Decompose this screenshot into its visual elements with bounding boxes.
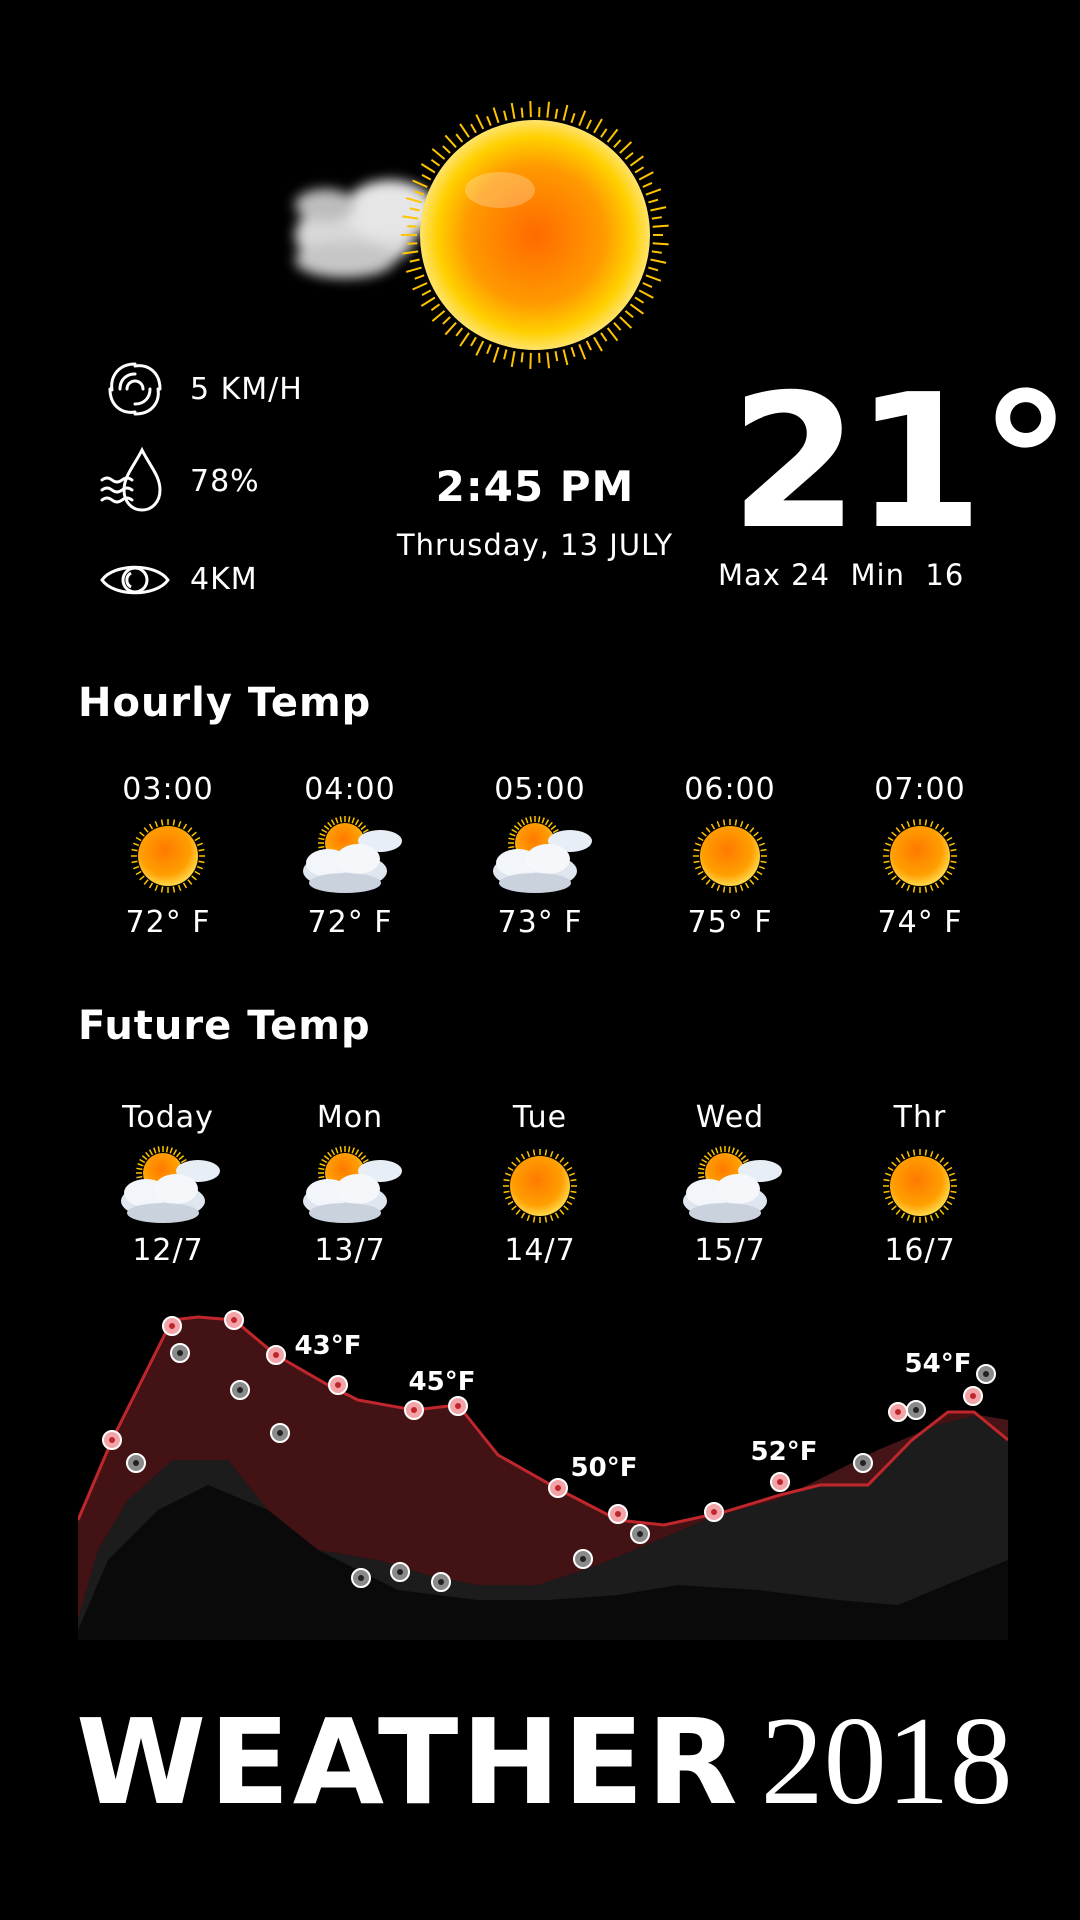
chart-point-upper	[328, 1375, 348, 1395]
chart-point-upper	[162, 1316, 182, 1336]
current-temperature: 21°	[730, 354, 1072, 570]
daily-item: Thr 16/7	[840, 1100, 1000, 1268]
hour-temp: 75° F	[687, 905, 773, 940]
hour-label: 05:00	[494, 772, 586, 807]
partly-cloudy-icon	[460, 811, 620, 901]
chart-point-upper	[770, 1472, 790, 1492]
partly-cloudy-icon	[270, 811, 430, 901]
hourly-item: 05:00 73° F	[460, 772, 620, 940]
daily-item: Wed 15/7	[650, 1100, 810, 1268]
sun-icon	[460, 1141, 620, 1231]
chart-data-label: 54°F	[905, 1349, 972, 1379]
future-temp-title: Future Temp	[78, 1003, 371, 1049]
sun-icon	[650, 811, 810, 901]
hourly-item: 03:00 72° F	[88, 772, 248, 940]
day-date: 15/7	[694, 1233, 766, 1268]
day-date: 12/7	[132, 1233, 204, 1268]
chart-point-upper	[102, 1430, 122, 1450]
chart-point-upper	[608, 1504, 628, 1524]
chart-point-lower	[906, 1400, 926, 1420]
sun-icon	[840, 811, 1000, 901]
chart-point-lower	[853, 1453, 873, 1473]
partly-cloudy-icon	[650, 1141, 810, 1231]
day-date: 16/7	[884, 1233, 956, 1268]
chart-point-lower	[573, 1549, 593, 1569]
chart-data-label: 52°F	[751, 1437, 818, 1467]
hour-temp: 72° F	[307, 905, 393, 940]
wind-icon	[108, 362, 162, 416]
day-label: Today	[122, 1100, 214, 1135]
hero-sun-icon	[401, 101, 669, 369]
day-label: Mon	[316, 1100, 384, 1135]
chart-point-lower	[431, 1572, 451, 1592]
chart-point-lower	[390, 1562, 410, 1582]
day-label: Tue	[512, 1100, 568, 1135]
visibility-value: 4KM	[190, 562, 258, 597]
partly-cloudy-icon	[270, 1141, 430, 1231]
chart-point-lower	[270, 1423, 290, 1443]
brand-title: WEATHER 2018	[76, 1690, 1013, 1834]
chart-point-lower	[126, 1453, 146, 1473]
brand-year: 2018	[760, 1692, 1013, 1831]
chart-point-lower	[351, 1568, 371, 1588]
day-label: Wed	[695, 1100, 765, 1135]
chart-point-lower	[230, 1380, 250, 1400]
hourly-item: 04:00 72° F	[270, 772, 430, 940]
chart-point-upper	[224, 1310, 244, 1330]
hour-label: 04:00	[304, 772, 396, 807]
chart-point-lower	[170, 1343, 190, 1363]
chart-data-label: 45°F	[409, 1367, 476, 1397]
sun-icon	[88, 811, 248, 901]
partly-cloudy-icon	[88, 1141, 248, 1231]
day-label: Thr	[893, 1100, 947, 1135]
visibility-eye-icon	[100, 565, 170, 595]
chart-point-upper	[548, 1478, 568, 1498]
wind-speed: 5 KM/H	[190, 372, 303, 407]
hour-label: 06:00	[684, 772, 776, 807]
chart-data-label: 50°F	[571, 1453, 638, 1483]
hourly-item: 06:00 75° F	[650, 772, 810, 940]
chart-point-upper	[266, 1345, 286, 1365]
humidity-icon	[100, 446, 162, 512]
daily-item: Tue 14/7	[460, 1100, 620, 1268]
daily-item: Today 12/7	[88, 1100, 248, 1268]
chart-point-lower	[976, 1364, 996, 1384]
current-date: Thrusday, 13 JULY	[396, 528, 674, 562]
hour-label: 03:00	[122, 772, 214, 807]
chart-point-upper	[963, 1386, 983, 1406]
hour-temp: 72° F	[125, 905, 211, 940]
hour-label: 07:00	[874, 772, 966, 807]
day-date: 14/7	[504, 1233, 576, 1268]
hour-temp: 73° F	[497, 905, 583, 940]
chart-point-upper	[404, 1400, 424, 1420]
humidity-value: 78%	[190, 464, 260, 499]
sun-icon	[840, 1141, 1000, 1231]
chart-point-upper	[888, 1402, 908, 1422]
hourly-item: 07:00 74° F	[840, 772, 1000, 940]
temperature-chart: 43°F 45°F 50°F 52°F 54°F	[78, 1310, 1008, 1640]
chart-data-label: 43°F	[295, 1331, 362, 1361]
daily-item: Mon 13/7	[270, 1100, 430, 1268]
chart-point-upper	[704, 1502, 724, 1522]
chart-point-upper	[448, 1396, 468, 1416]
hourly-temp-title: Hourly Temp	[78, 680, 372, 726]
max-min-temperature: Max 24 Min 16	[718, 558, 965, 592]
hour-temp: 74° F	[877, 905, 963, 940]
day-date: 13/7	[314, 1233, 386, 1268]
current-time: 2:45 PM	[435, 462, 635, 511]
chart-point-lower	[630, 1524, 650, 1544]
brand-word: WEATHER	[76, 1693, 741, 1831]
